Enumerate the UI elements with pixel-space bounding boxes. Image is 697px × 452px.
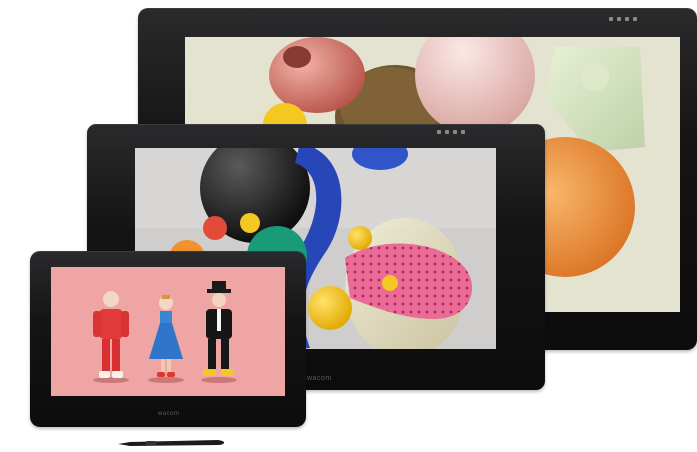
- express-key-icon: [617, 17, 621, 21]
- small-pen-display: wacom: [30, 251, 306, 427]
- express-key-icon: [437, 130, 441, 134]
- brand-wordmark-medium: wacom: [307, 375, 332, 382]
- express-key-icon: [625, 17, 629, 21]
- express-keys-large: [609, 17, 637, 21]
- express-key-icon: [461, 130, 465, 134]
- pen-icon: [118, 437, 226, 449]
- express-key-icon: [633, 17, 637, 21]
- brand-wordmark-small: wacom: [158, 411, 180, 417]
- express-key-icon: [609, 17, 613, 21]
- small-screen-artwork: [51, 267, 285, 396]
- express-key-icon: [453, 130, 457, 134]
- express-key-icon: [445, 130, 449, 134]
- express-keys-medium: [437, 130, 465, 134]
